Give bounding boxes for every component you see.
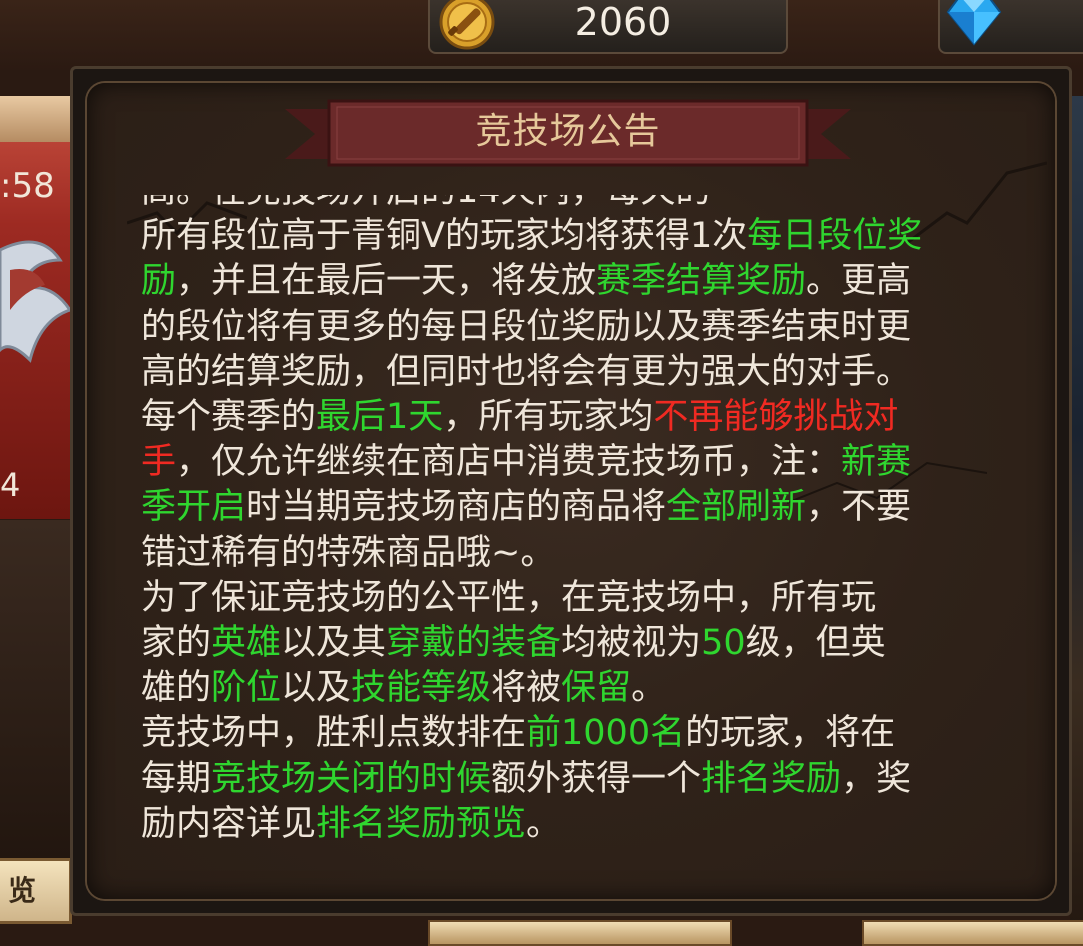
highlight-text: 穿戴的装备 <box>386 623 562 664</box>
body-text: 。 <box>631 668 667 709</box>
highlight-text: 排名奖励预览 <box>316 803 527 844</box>
highlight-text: 每日段位奖 <box>747 216 923 257</box>
announcement-line: 励内容详见排名奖励预览。 <box>141 802 1021 847</box>
highlight-text: 技能等级 <box>351 668 492 709</box>
announcement-line: 手，仅允许继续在商店中消费竞技场币，注：新赛 <box>141 440 1021 485</box>
announcement-line: 励，并且在最后一天，将发放赛季结算奖励。更高 <box>141 259 1021 304</box>
body-text: 级，但英 <box>745 623 886 664</box>
highlight-text: 英雄 <box>211 623 282 664</box>
highlight-text: 励 <box>141 261 177 302</box>
announcement-line: 季开启时当期竞技场商店的商品将全部刷新，不要 <box>141 485 1021 530</box>
announcement-line: 每期竞技场关闭的时候额外获得一个排名奖励，奖 <box>141 757 1021 802</box>
announcement-line: 为了保证竞技场的公平性，在竞技场中，所有玩 <box>141 576 1021 621</box>
body-text: 每期 <box>141 758 212 799</box>
warning-text: 手 <box>141 442 177 483</box>
gold-value: 2060 <box>574 0 672 44</box>
highlight-text: 保留 <box>561 668 632 709</box>
body-text: 将被 <box>491 668 562 709</box>
bottom-tab-right[interactable] <box>862 920 1083 946</box>
body-text: ，奖 <box>841 758 912 799</box>
highlight-text: 赛季结算奖励 <box>596 261 807 302</box>
gem-currency-display[interactable] <box>938 0 1083 54</box>
arena-announcement-dialog: 竞技场公告 高。在竞技场开启的14天内，每天的所有段位高于青铜V的玩家均将获得1… <box>70 66 1072 916</box>
dialog-title: 竞技场公告 <box>475 111 661 152</box>
body-text: ，仅允许继续在商店中消费竞技场币，注： <box>176 442 842 483</box>
body-text: 。更高 <box>806 261 912 302</box>
rank-emblem-icon <box>0 240 72 363</box>
body-text: 以及其 <box>281 623 387 664</box>
highlight-text: 前1000名 <box>526 713 686 754</box>
gold-currency-display[interactable]: 2060 <box>428 0 788 54</box>
announcement-line: 所有段位高于青铜V的玩家均将获得1次每日段位奖 <box>141 214 1021 259</box>
announcement-line: 家的英雄以及其穿戴的装备均被视为50级，但英 <box>141 621 1021 666</box>
body-text: 以及 <box>281 668 352 709</box>
body-text: 为了保证竞技场的公平性，在竞技场中，所有玩 <box>141 577 877 618</box>
announcement-line: 竞技场中，胜利点数排在前1000名的玩家，将在 <box>141 711 1021 756</box>
highlight-text: 季开启 <box>141 487 247 528</box>
body-text: ，不要 <box>806 487 912 528</box>
body-text: 每个赛季的 <box>141 397 317 438</box>
body-text: 家的 <box>141 623 212 664</box>
highlight-text: 50 <box>701 623 746 664</box>
body-text: 的玩家，将在 <box>685 713 896 754</box>
warning-text: 不再能够挑战对 <box>653 397 899 438</box>
announcement-line: 雄的阶位以及技能等级将被保留。 <box>141 666 1021 711</box>
announcement-text-scroll[interactable]: 高。在竞技场开启的14天内，每天的所有段位高于青铜V的玩家均将获得1次每日段位奖… <box>141 195 1021 875</box>
body-text: 高的结算奖励，但同时也将会有更为强大的对手。 <box>141 351 912 392</box>
card-timer: :58 <box>0 166 55 206</box>
body-text: ，并且在最后一天，将发放 <box>176 261 597 302</box>
preview-button[interactable]: 览 <box>0 858 72 924</box>
highlight-text: 新赛 <box>841 442 912 483</box>
body-text: 竞技场中，胜利点数排在 <box>141 713 527 754</box>
announcement-line: 高的结算奖励，但同时也将会有更为强大的对手。 <box>141 350 1021 395</box>
highlight-text: 最后1天 <box>316 397 444 438</box>
highlight-text: 全部刷新 <box>666 487 807 528</box>
announcement-line: 错过稀有的特殊商品哦~。 <box>141 531 1021 576</box>
card-rank-number: 4 <box>0 466 21 504</box>
announcement-line: 每个赛季的最后1天，所有玩家均不再能够挑战对 <box>141 395 1021 440</box>
highlight-text: 竞技场关闭的时候 <box>211 758 492 799</box>
arena-card-header <box>0 96 70 142</box>
bottom-tab-left[interactable] <box>428 920 732 946</box>
body-text: 励内容详见 <box>141 803 317 844</box>
body-text: 雄的 <box>141 668 212 709</box>
announcement-line: 高。在竞技场开启的14天内，每天的 <box>141 195 1021 214</box>
body-text: ，所有玩家均 <box>443 397 654 438</box>
highlight-text: 阶位 <box>211 668 282 709</box>
body-text: 均被视为 <box>561 623 702 664</box>
diamond-icon <box>946 0 1002 46</box>
highlight-text: 排名奖励 <box>701 758 842 799</box>
body-text: 。 <box>526 803 562 844</box>
body-text: 额外获得一个 <box>491 758 702 799</box>
announcement-line: 的段位将有更多的每日段位奖励以及赛季结束时更 <box>141 305 1021 350</box>
body-text: 的段位将有更多的每日段位奖励以及赛季结束时更 <box>141 306 912 347</box>
body-text: 高。在竞技场开启的14天内，每天的 <box>141 195 711 211</box>
body-text: 所有段位高于青铜V的玩家均将获得1次 <box>141 216 748 257</box>
left-panel-background <box>0 520 70 860</box>
body-text: 错过稀有的特殊商品哦~。 <box>141 532 556 573</box>
body-text: 时当期竞技场商店的商品将 <box>246 487 667 528</box>
